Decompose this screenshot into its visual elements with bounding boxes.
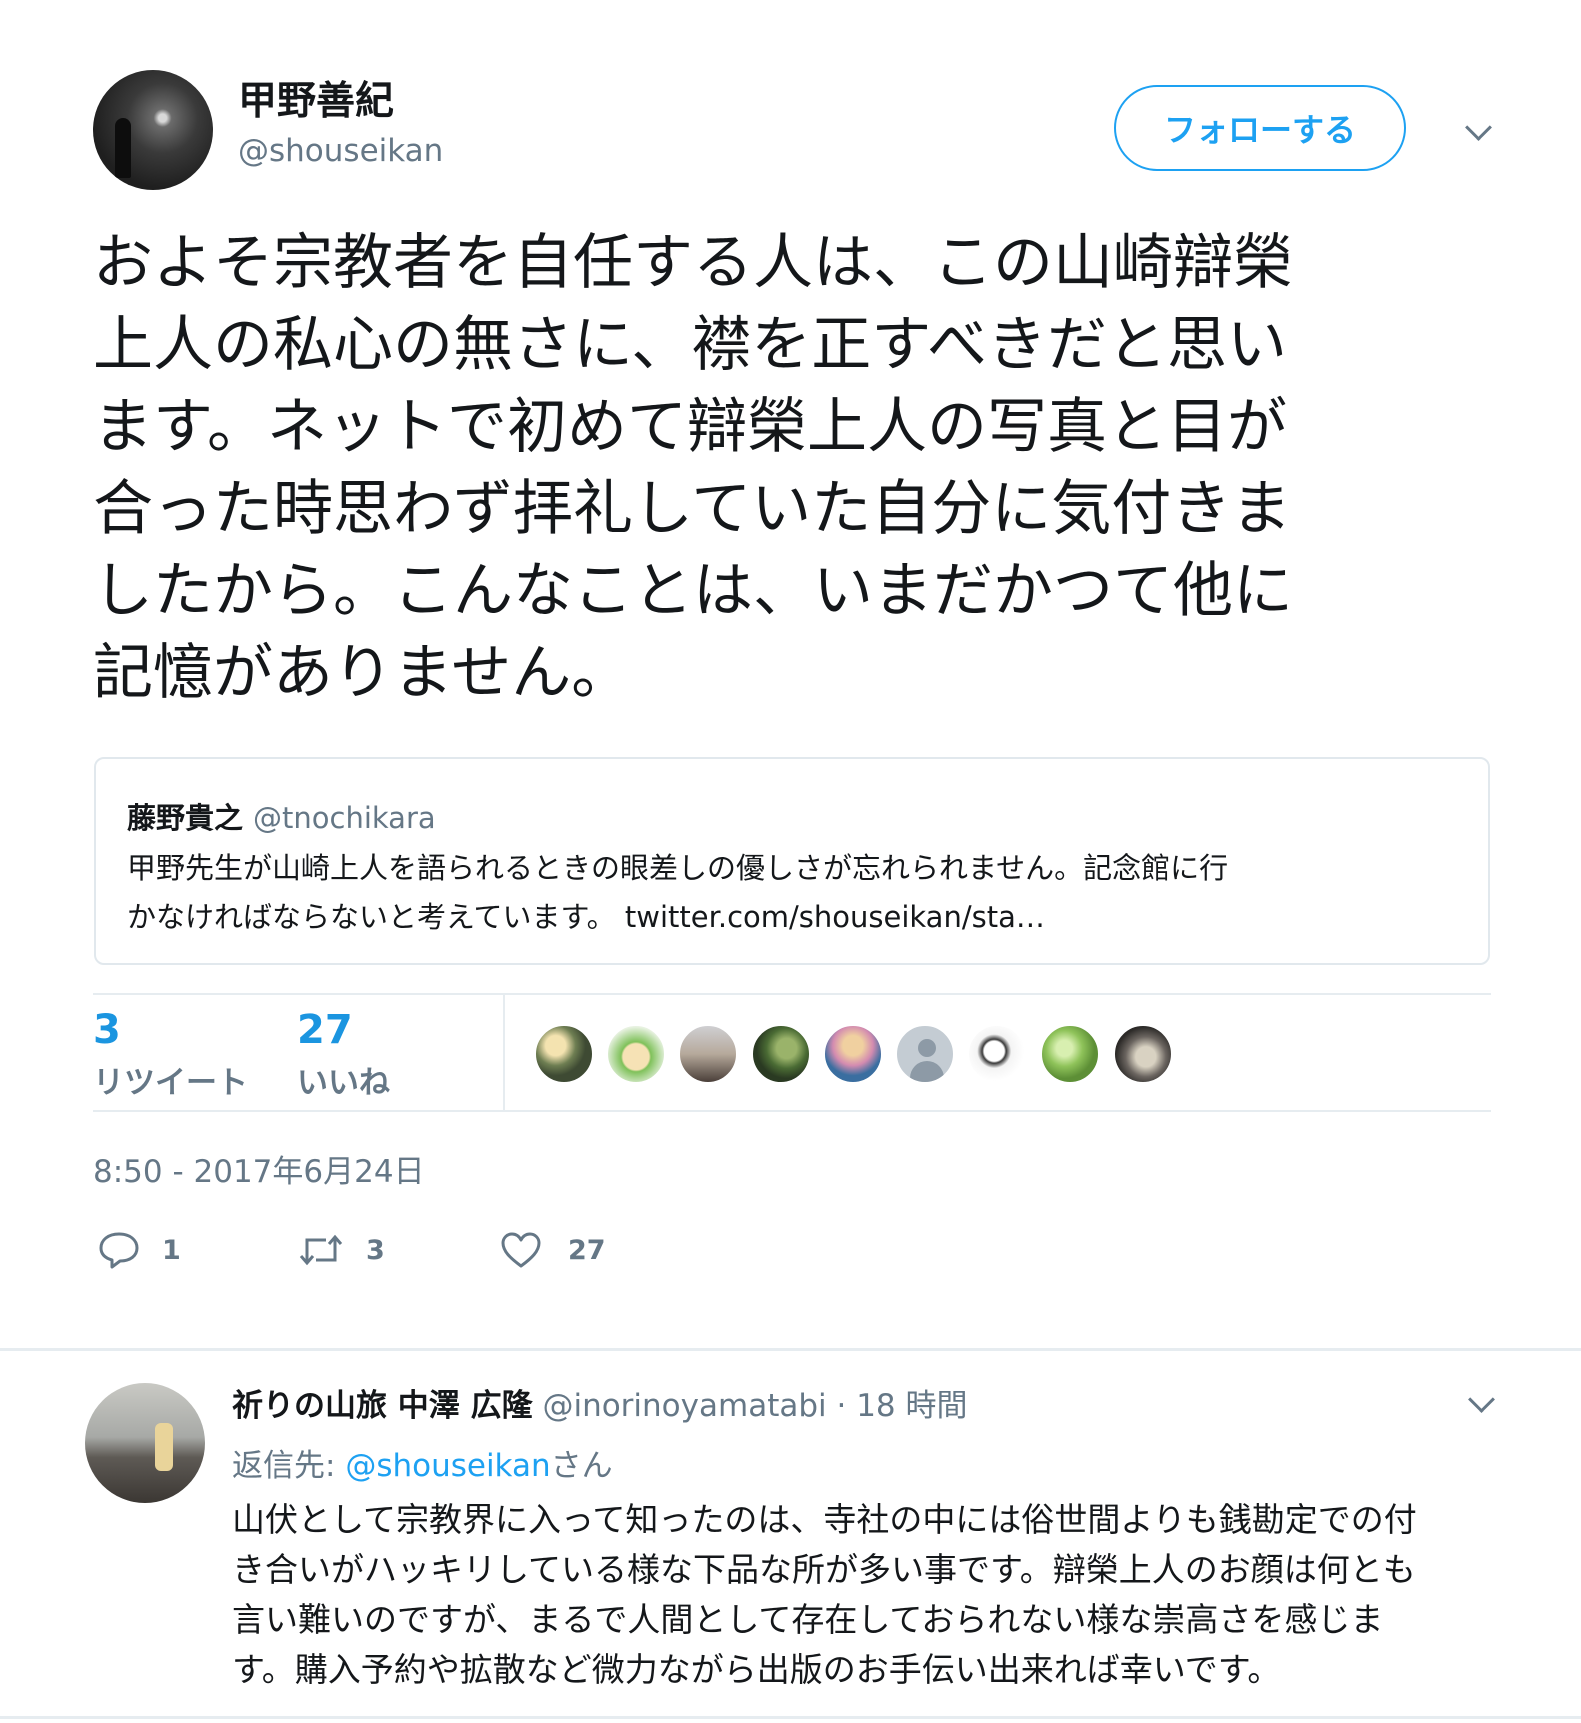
retweet-count: 3 bbox=[366, 1234, 385, 1266]
reply-author-avatar[interactable] bbox=[85, 1383, 205, 1503]
reply-time[interactable]: · 18 時間 bbox=[837, 1388, 968, 1424]
tweet-text-line: 合った時思わず拝礼していた自分に気付きま bbox=[93, 474, 1292, 544]
heart-icon bbox=[501, 1232, 541, 1268]
follow-button[interactable]: フォローする bbox=[1114, 85, 1406, 171]
quoted-text-line: 甲野先生が山崎上人を語られるときの眼差しの優しさが忘れられません。記念館に行 bbox=[127, 851, 1229, 885]
reply-to-suffix: さん bbox=[550, 1448, 613, 1484]
author-screen-name[interactable]: @shouseikan bbox=[238, 133, 443, 169]
quoted-author-name: 藤野貴之 bbox=[127, 801, 244, 835]
like-action[interactable]: 27 bbox=[500, 1231, 606, 1269]
reply-text-line: 言い難いのですが、まるで人間として存在しておられない様な崇高さを感じま bbox=[232, 1600, 1384, 1639]
tweet-text-line: 上人の私心の無さに、襟を正すべきだと思い bbox=[93, 310, 1287, 380]
reply-header: 祈りの山旅 中澤 広隆 @inorinoyamatabi · 18 時間 bbox=[232, 1380, 968, 1425]
reply-text-line: き合いがハッキリしている様な下品な所が多い事です。辯榮上人のお顔は何とも bbox=[232, 1550, 1416, 1589]
reply-author-handle[interactable]: @inorinoyamatabi bbox=[542, 1388, 826, 1424]
liker-avatar[interactable] bbox=[967, 1024, 1027, 1084]
quoted-author: 藤野貴之 @tnochikara bbox=[127, 795, 436, 837]
reply-count: 1 bbox=[162, 1234, 181, 1266]
bottom-divider bbox=[0, 1716, 1581, 1719]
like-stat-label: いいね bbox=[297, 1065, 390, 1101]
liker-avatar[interactable] bbox=[1040, 1024, 1100, 1084]
liker-avatar[interactable] bbox=[678, 1024, 738, 1084]
reply-author-name[interactable]: 祈りの山旅 中澤 広隆 bbox=[232, 1388, 533, 1424]
quoted-author-handle: @tnochikara bbox=[253, 801, 436, 835]
like-count: 27 bbox=[568, 1234, 606, 1266]
tweet-text-line: ます。ネットで初めて辯榮上人の写真と目が bbox=[93, 392, 1287, 462]
quoted-text-line: かなければならないと考えています。 twitter.com/shouseikan… bbox=[127, 900, 1045, 934]
tweet-menu-chevron-icon[interactable] bbox=[1462, 114, 1494, 142]
tweet-text-line: 記憶がありません。 bbox=[93, 638, 632, 708]
quoted-tweet[interactable]: 藤野貴之 @tnochikara 甲野先生が山崎上人を語られるときの眼差しの優しさ… bbox=[94, 757, 1490, 965]
like-stat[interactable]: 27 いいね bbox=[297, 1007, 390, 1102]
reply-action[interactable]: 1 bbox=[98, 1230, 181, 1270]
reply-menu-chevron-icon[interactable] bbox=[1465, 1386, 1497, 1414]
retweet-icon bbox=[299, 1234, 343, 1266]
default-avatar-person-icon[interactable] bbox=[895, 1024, 955, 1084]
liker-avatar[interactable] bbox=[751, 1024, 811, 1084]
reply-separator bbox=[0, 1348, 1581, 1351]
reply-to-line: 返信先: @shouseikanさん bbox=[232, 1440, 613, 1485]
tweet-text-line: およそ宗教者を自任する人は、この山崎辯榮 bbox=[93, 228, 1293, 298]
retweet-stat-label: リツイート bbox=[93, 1065, 248, 1101]
reply-text: 山伏として宗教界に入って知ったのは、寺社の中には俗世間よりも銭勘定での付 き合い… bbox=[232, 1495, 1417, 1695]
tweet-text-line: したから。こんなことは、いまだかつて他に bbox=[93, 556, 1293, 626]
retweet-action[interactable]: 3 bbox=[298, 1232, 385, 1268]
author-avatar[interactable] bbox=[93, 70, 213, 190]
liker-avatar[interactable] bbox=[823, 1024, 883, 1084]
like-stat-count: 27 bbox=[297, 1007, 353, 1053]
reply-icon bbox=[99, 1232, 139, 1269]
liker-avatar[interactable] bbox=[534, 1024, 594, 1084]
liker-avatar[interactable] bbox=[606, 1024, 666, 1084]
liker-avatar[interactable] bbox=[1113, 1024, 1173, 1084]
retweet-stat-count: 3 bbox=[93, 1007, 121, 1053]
reply-text-line: す。購入予約や拡散など微力ながら出版のお手伝い出来れば幸いです。 bbox=[232, 1650, 1281, 1689]
retweet-stat[interactable]: 3 リツイート bbox=[93, 1007, 248, 1102]
tweet-timestamp[interactable]: 8:50 - 2017年6月24日 bbox=[93, 1146, 425, 1191]
tweet-text: およそ宗教者を自任する人は、この山崎辯榮 上人の私心の無さに、襟を正すべきだと思… bbox=[93, 222, 1493, 714]
author-display-name[interactable]: 甲野善紀 bbox=[238, 70, 394, 126]
reply-to-mention[interactable]: @shouseikan bbox=[345, 1448, 550, 1484]
reply-to-prefix: 返信先: bbox=[232, 1448, 346, 1484]
stats-bottom-divider bbox=[93, 1110, 1491, 1112]
stats-top-divider bbox=[93, 993, 1491, 995]
reply-text-line: 山伏として宗教界に入って知ったのは、寺社の中には俗世間よりも銭勘定での付 bbox=[232, 1500, 1417, 1539]
stats-vertical-divider bbox=[503, 995, 505, 1110]
